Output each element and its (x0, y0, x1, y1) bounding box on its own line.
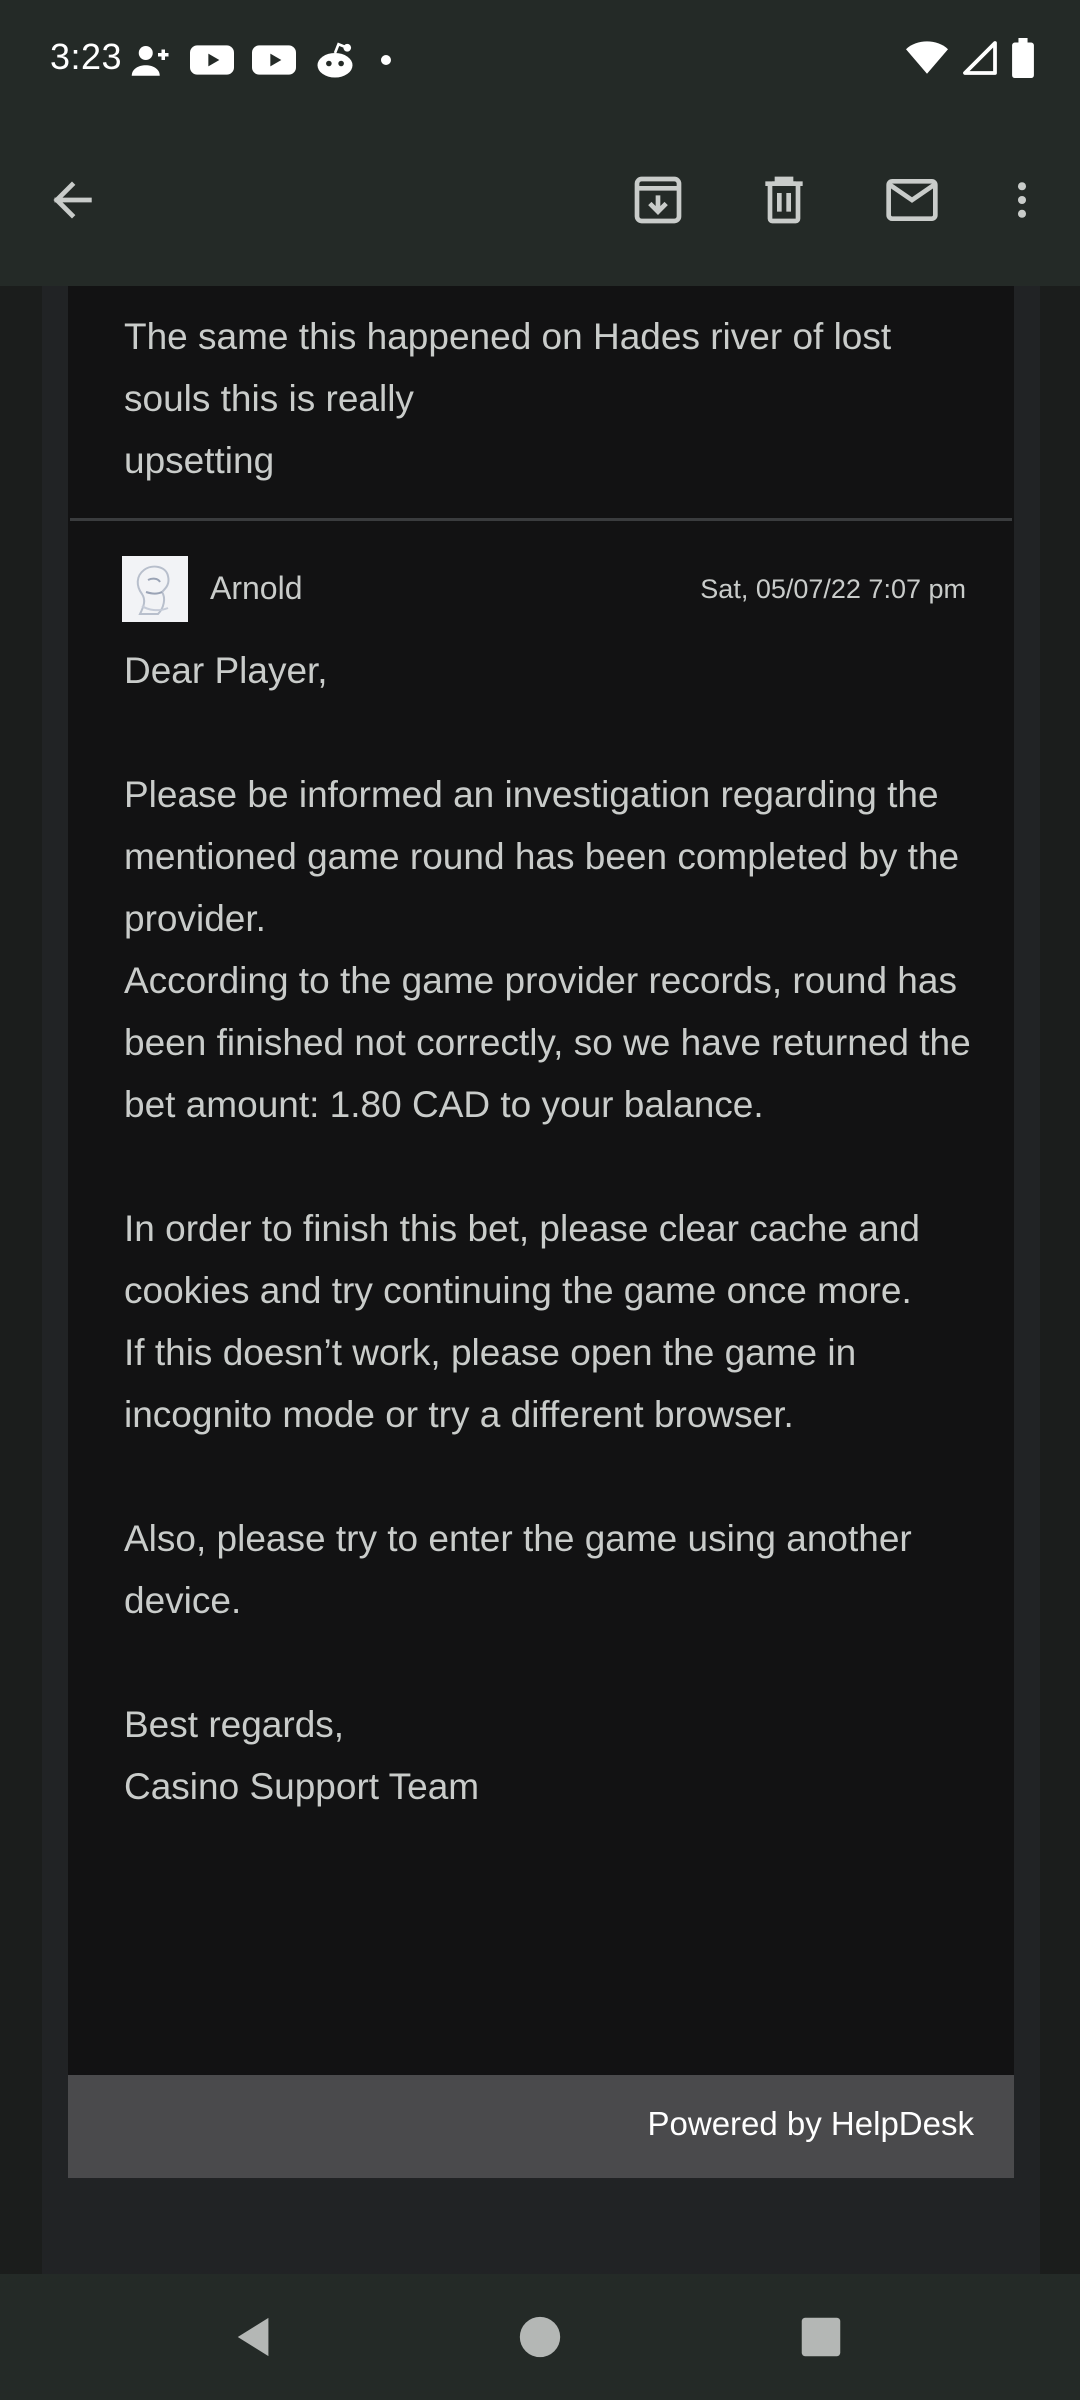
more-vert-icon (1017, 182, 1027, 218)
paragraph: In order to finish this bet, please clea… (124, 1208, 920, 1311)
mark-unread-icon (886, 179, 938, 221)
navigation-bar (0, 2274, 1080, 2400)
nav-home-icon (519, 2316, 561, 2358)
message-body: Dear Player, Please be informed an inves… (124, 640, 994, 1818)
avatar (122, 556, 188, 622)
paragraph: If this doesn’t work, please open the ga… (124, 1332, 857, 1435)
email-toolbar (0, 140, 1080, 260)
nav-home-button[interactable] (507, 2304, 573, 2370)
delete-button[interactable] (748, 164, 820, 236)
dot-icon (374, 48, 398, 72)
back-arrow-icon (53, 181, 92, 219)
nav-recents-button[interactable] (788, 2304, 854, 2370)
archive-icon (634, 176, 682, 224)
paragraph: According to the game provider records, … (124, 960, 971, 1125)
message-date: Sat, 05/07/22 7:07 pm (700, 574, 966, 604)
person-add-icon (130, 39, 172, 81)
mark-unread-button[interactable] (876, 164, 948, 236)
paragraph: Also, please try to enter the game using… (124, 1518, 912, 1621)
ticket-thread: The same this happened on Hades river of… (68, 286, 1014, 2075)
nav-back-icon (237, 2317, 269, 2357)
archive-button[interactable] (622, 164, 694, 236)
top-bar: 3:23 (0, 0, 1080, 286)
delete-icon (765, 176, 803, 224)
reddit-icon (314, 40, 356, 80)
battery-icon (1012, 37, 1034, 83)
status-time: 3:23 (50, 36, 123, 77)
cellular-signal-icon (962, 40, 998, 81)
youtube-icon (190, 42, 234, 78)
nav-recents-icon (801, 2317, 841, 2357)
wifi-icon (906, 40, 948, 81)
helpdesk-footer: Powered by HelpDesk (68, 2075, 1014, 2178)
previous-message: The same this happened on Hades river of… (124, 316, 892, 481)
signature: Casino Support Team (124, 1766, 480, 1807)
sender-name: Arnold (210, 570, 303, 606)
more-options-button[interactable] (986, 164, 1058, 236)
system-icons (906, 36, 1034, 84)
closing: Best regards, (124, 1704, 345, 1745)
greeting: Dear Player, (124, 650, 328, 691)
nav-back-button[interactable] (222, 2304, 288, 2370)
email-content[interactable]: The same this happened on Hades river of… (0, 286, 1080, 2274)
notification-icons (130, 38, 398, 82)
back-button[interactable] (36, 164, 108, 236)
status-bar: 3:23 (0, 0, 1080, 120)
reply-header: Arnold Sat, 05/07/22 7:07 pm (122, 556, 966, 622)
paragraph: Please be informed an investigation rega… (124, 774, 960, 939)
youtube-icon (252, 42, 296, 78)
message-divider (70, 518, 1012, 521)
powered-by-link[interactable]: Powered by HelpDesk (648, 2105, 975, 2143)
